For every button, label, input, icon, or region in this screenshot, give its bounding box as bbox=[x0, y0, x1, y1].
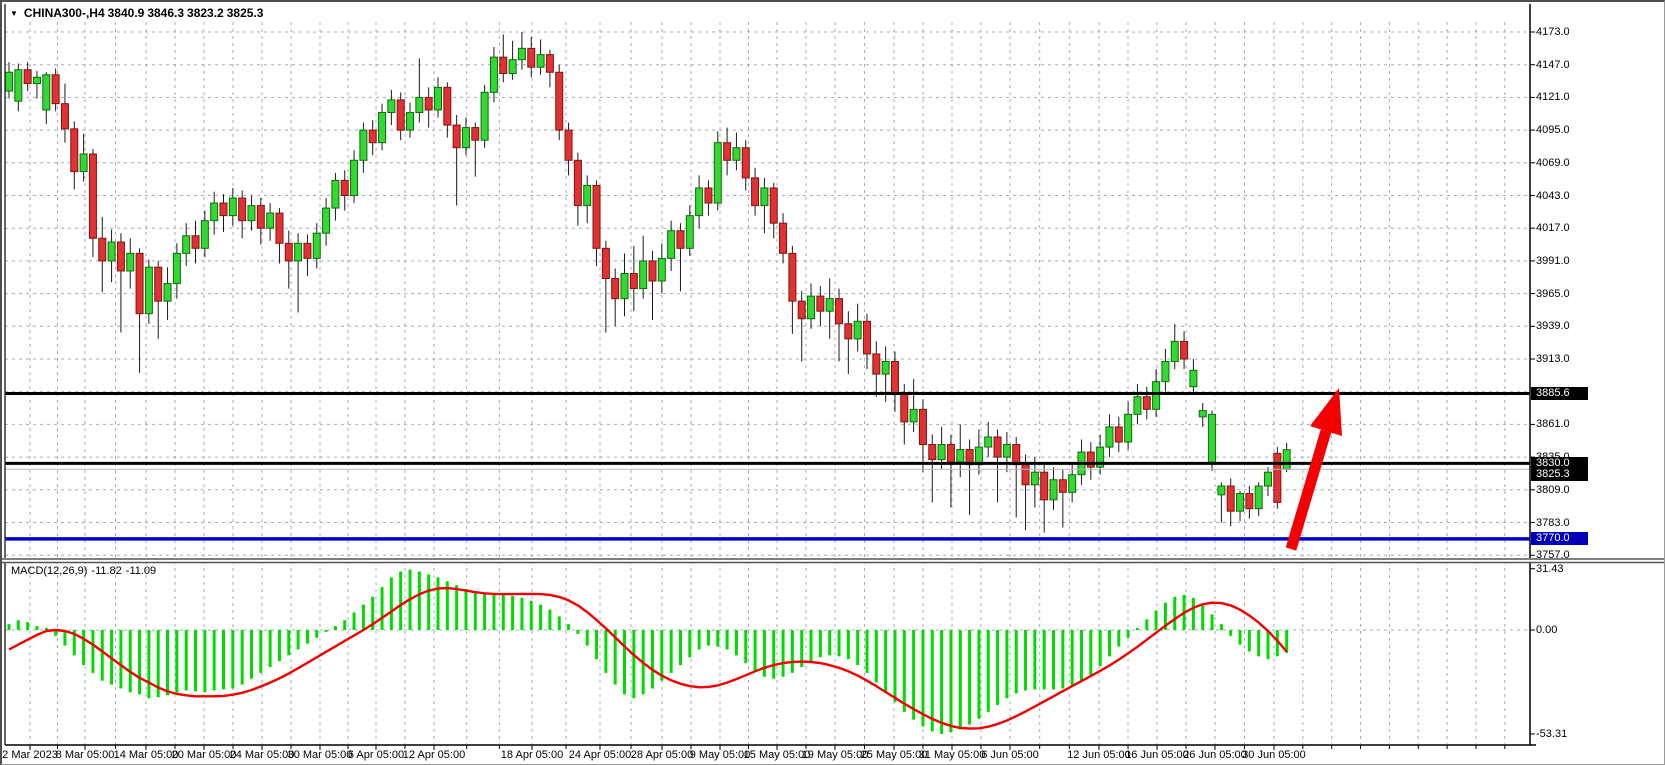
price-tick-label: 3991.0 bbox=[1536, 255, 1592, 267]
macd-indicator-label: MACD(12,26,9) -11.82 -11.09 bbox=[11, 565, 160, 577]
price-tick-label: 3783.0 bbox=[1536, 517, 1592, 529]
time-axis-label: 6 Jun 05:00 bbox=[981, 749, 1039, 761]
macd-histogram bbox=[8, 570, 1289, 734]
time-axis-label: 20 Mar 05:00 bbox=[172, 749, 237, 761]
axes-frame bbox=[5, 4, 1536, 750]
macd-signal-line bbox=[9, 588, 1287, 729]
macd-signal-value: -11.09 bbox=[126, 565, 156, 577]
macd-scale-label: 0.00 bbox=[1536, 624, 1557, 636]
time-axis-label: 2 Mar 2023 bbox=[2, 749, 58, 761]
panel-separator[interactable] bbox=[2, 558, 1665, 563]
time-axis-label: 18 Apr 05:00 bbox=[501, 749, 563, 761]
price-tick-label: 3939.0 bbox=[1536, 320, 1592, 332]
macd-scale-label: 31.43 bbox=[1536, 563, 1564, 575]
price-tick-label: 4147.0 bbox=[1536, 59, 1592, 71]
time-axis-label: 26 Jun 05:00 bbox=[1183, 749, 1247, 761]
chart-symbol-dropdown-icon[interactable]: ▼ bbox=[10, 9, 18, 18]
macd-main-value: -11.82 bbox=[91, 565, 121, 577]
time-axis-label: 30 Mar 05:00 bbox=[288, 749, 353, 761]
time-axis-label: 9 May 05:00 bbox=[690, 749, 751, 761]
symbol-period-label: CHINA300-,H4 bbox=[24, 6, 105, 20]
trend-arrow[interactable] bbox=[1291, 388, 1342, 549]
time-axis-label: 6 Apr 05:00 bbox=[348, 749, 404, 761]
ohlc-low: 3823.2 bbox=[187, 6, 224, 20]
chart-window: ▼CHINA300-,H43840.93846.33823.23825.3 MA… bbox=[0, 0, 1665, 765]
price-level-box: 3885.6 bbox=[1531, 387, 1588, 400]
price-tick-label: 4069.0 bbox=[1536, 157, 1592, 169]
time-axis-label: 12 Jun 05:00 bbox=[1067, 749, 1131, 761]
price-tick-label: 4043.0 bbox=[1536, 190, 1592, 202]
time-axis-label: 12 Apr 05:00 bbox=[403, 749, 465, 761]
price-tick-label: 4173.0 bbox=[1536, 26, 1592, 38]
price-tick-label: 3809.0 bbox=[1536, 484, 1592, 496]
time-axis-label: 28 Apr 05:00 bbox=[631, 749, 693, 761]
price-tick-label: 3757.0 bbox=[1536, 549, 1592, 561]
macd-name: MACD(12,26,9) bbox=[11, 565, 87, 577]
price-level-box: 3770.0 bbox=[1531, 532, 1588, 545]
time-axis-label: 16 Jun 05:00 bbox=[1125, 749, 1189, 761]
ohlc-high: 3846.3 bbox=[147, 6, 184, 20]
chart-title: ▼ CHINA300-,H43840.93846.33823.23825.3 bbox=[10, 6, 266, 20]
time-axis-label: 24 Apr 05:00 bbox=[569, 749, 631, 761]
price-tick-label: 3965.0 bbox=[1536, 288, 1592, 300]
time-axis-label: 31 May 05:00 bbox=[919, 749, 986, 761]
time-axis-label: 8 Mar 05:00 bbox=[56, 749, 115, 761]
time-axis-label: 15 May 05:00 bbox=[744, 749, 811, 761]
price-tick-label: 3861.0 bbox=[1536, 418, 1592, 430]
candles-layer bbox=[6, 32, 1291, 533]
time-axis-label: 30 Jun 05:00 bbox=[1242, 749, 1306, 761]
ohlc-close: 3825.3 bbox=[227, 6, 264, 20]
macd-scale-label: -53.31 bbox=[1536, 728, 1567, 740]
price-tick-label: 4017.0 bbox=[1536, 222, 1592, 234]
price-tick-label: 4095.0 bbox=[1536, 124, 1592, 136]
ohlc-open: 3840.9 bbox=[108, 6, 145, 20]
time-axis-label: 14 Mar 05:00 bbox=[114, 749, 179, 761]
price-tick-label: 3913.0 bbox=[1536, 353, 1592, 365]
price-tick-label: 4121.0 bbox=[1536, 91, 1592, 103]
time-axis-label: 24 Mar 05:00 bbox=[230, 749, 295, 761]
time-axis-label: 19 May 05:00 bbox=[802, 749, 869, 761]
price-level-box: 3825.3 bbox=[1531, 468, 1588, 481]
chart-canvas[interactable] bbox=[2, 2, 1665, 765]
time-axis-label: 25 May 05:00 bbox=[861, 749, 928, 761]
